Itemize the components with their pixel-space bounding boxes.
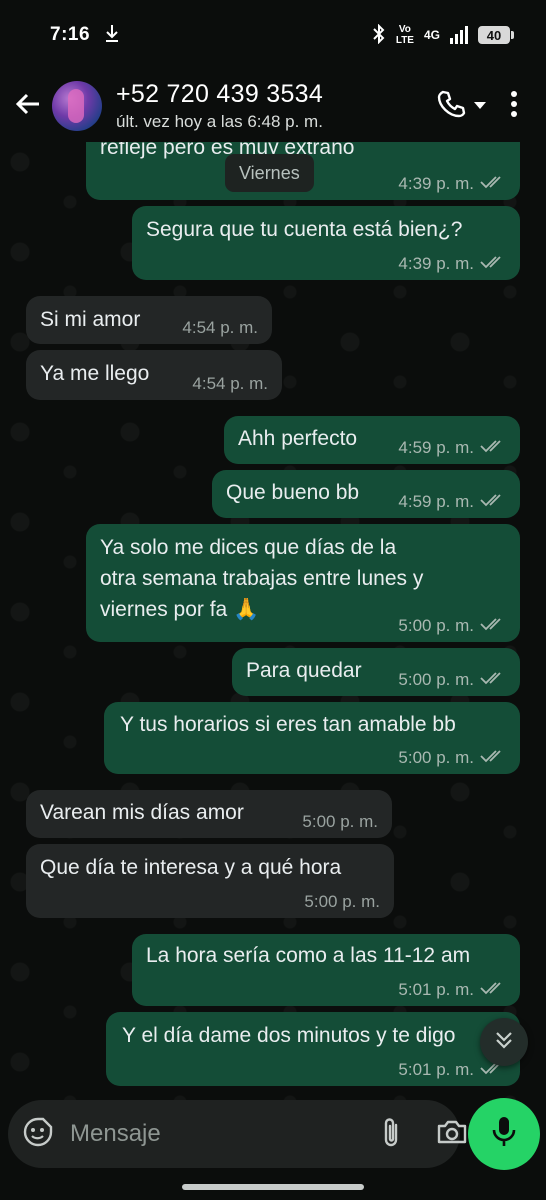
message-time: 4:39 p. m. (398, 254, 474, 273)
message-time: 4:54 p. m. (182, 318, 258, 337)
message-time: 5:00 p. m. (398, 670, 474, 689)
camera-button[interactable] (436, 1114, 468, 1154)
message-time: 5:01 p. m. (398, 980, 474, 999)
back-button[interactable] (4, 82, 52, 130)
message-text: La hora sería como a las 11-12 am (146, 944, 471, 967)
chevron-down-icon (474, 97, 486, 115)
message-text: Y tus horarios si eres tan amable bb (120, 713, 456, 736)
message-text: Que día te interesa y a qué hora (40, 856, 342, 879)
camera-icon (436, 1118, 468, 1151)
last-seen: últ. vez hoy a las 6:48 p. m. (116, 112, 323, 131)
message-bubble[interactable]: Ahh perfecto 4:59 p. m. (224, 416, 520, 464)
chat-header: +52 720 439 3534 últ. vez hoy a las 6:48… (0, 70, 546, 142)
double-check-icon (480, 254, 506, 274)
double-check-icon (480, 492, 506, 512)
message-time: 5:00 p. m. (398, 616, 474, 635)
message-bubble[interactable]: Para quedar 5:00 p. m. (232, 648, 520, 696)
signal-icon (450, 26, 468, 44)
message-text: Ya solo me dices que días de la otra sem… (100, 536, 424, 621)
scroll-to-bottom-button[interactable] (480, 1018, 528, 1066)
message-time: 5:00 p. m. (398, 748, 474, 767)
message-time: 4:59 p. m. (398, 438, 474, 457)
date-chip: Viernes (225, 154, 314, 192)
double-check-icon (480, 670, 506, 690)
message-bubble[interactable]: Ya solo me dices que días de la otra sem… (86, 524, 520, 642)
navigation-handle[interactable] (182, 1184, 364, 1190)
more-vert-icon (510, 90, 518, 122)
double-check-icon (480, 616, 506, 636)
message-time: 5:00 p. m. (302, 812, 378, 831)
status-bar: 7:16 Vo LTE 4G 40 (0, 0, 546, 70)
chevron-double-down-icon (494, 1030, 514, 1055)
message-input[interactable] (70, 1120, 380, 1148)
message-bubble[interactable]: Y el día dame dos minutos y te digo 5:01… (106, 1012, 520, 1086)
message-time: 4:59 p. m. (398, 492, 474, 511)
composer-bar (0, 1098, 546, 1200)
double-check-icon (480, 174, 506, 194)
message-bubble[interactable]: Que bueno bb 4:59 p. m. (212, 470, 520, 518)
message-bubble[interactable]: Segura que tu cuenta está bien¿? 4:39 p.… (132, 206, 520, 280)
battery-level: 40 (486, 27, 502, 43)
message-time: 4:54 p. m. (192, 374, 268, 393)
bluetooth-icon (372, 23, 386, 47)
message-list[interactable]: Viernes refleje pero es muy extraño 4:39… (0, 142, 546, 1100)
message-bubble[interactable]: Que día te interesa y a qué hora 5:00 p.… (26, 844, 394, 918)
attach-button[interactable] (380, 1114, 402, 1154)
message-bubble[interactable]: Y tus horarios si eres tan amable bb 5:0… (104, 702, 520, 774)
call-button[interactable] (426, 84, 496, 128)
message-bubble[interactable]: La hora sería como a las 11-12 am 5:01 p… (132, 934, 520, 1006)
message-text: Y el día dame dos minutos y te digo (122, 1024, 456, 1047)
mic-button[interactable] (468, 1098, 540, 1170)
contact-info[interactable]: +52 720 439 3534 últ. vez hoy a las 6:48… (116, 80, 426, 132)
battery-indicator: 40 (478, 26, 514, 44)
double-check-icon (480, 438, 506, 458)
download-icon (104, 24, 120, 47)
phone-icon (436, 89, 466, 124)
avatar[interactable] (52, 81, 102, 131)
contact-number: +52 720 439 3534 (116, 80, 324, 108)
status-time: 7:16 (50, 24, 91, 45)
mic-icon (491, 1115, 517, 1154)
message-input-container[interactable] (8, 1100, 467, 1168)
sticker-button[interactable] (22, 1115, 54, 1153)
menu-button[interactable] (496, 84, 532, 128)
sticker-icon (22, 1116, 54, 1153)
message-bubble[interactable]: Varean mis días amor 5:00 p. m. (26, 790, 392, 838)
message-text: Segura que tu cuenta está bien¿? (146, 218, 463, 241)
double-check-icon (480, 748, 506, 768)
paperclip-icon (380, 1115, 402, 1154)
message-time: 4:39 p. m. (398, 174, 474, 193)
arrow-back-icon (14, 90, 42, 123)
message-time: 5:01 p. m. (398, 1060, 474, 1079)
message-time: 5:00 p. m. (304, 892, 380, 911)
message-bubble[interactable]: Ya me llego 4:54 p. m. (26, 350, 282, 400)
double-check-icon (480, 980, 506, 1000)
network-type: 4G (423, 28, 440, 42)
volte-indicator: Vo LTE (395, 24, 414, 46)
message-bubble[interactable]: Si mi amor 4:54 p. m. (26, 296, 272, 344)
